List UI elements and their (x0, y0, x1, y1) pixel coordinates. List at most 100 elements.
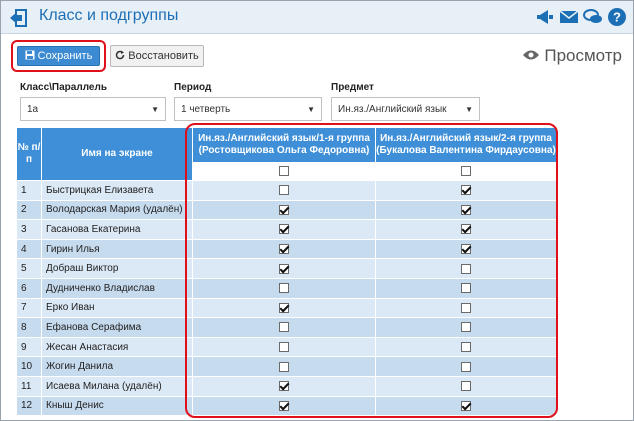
col-header-number: № п/п (16, 127, 42, 181)
group1-cell (192, 336, 376, 358)
row-number: 12 (16, 395, 42, 417)
page-title: Класс и подгруппы (39, 7, 179, 24)
group2-cell (375, 375, 557, 397)
group1-checkbox[interactable] (279, 381, 289, 392)
group1-cell (192, 375, 376, 397)
row-number: 2 (16, 199, 42, 221)
select-all-group2-cell (375, 162, 557, 181)
col-header-name: Имя на экране (41, 127, 193, 181)
group2-cell (375, 219, 557, 240)
col-header-group1: Ин.яз./Английский язык/1-я группа (Росто… (192, 127, 376, 163)
save-icon (25, 50, 35, 63)
student-name: Жогин Данила (41, 356, 193, 377)
group2-cell (375, 180, 557, 201)
table-row: 6 Дудниченко Владислав (16, 277, 557, 299)
back-icon[interactable] (7, 7, 29, 29)
group1-cell (192, 277, 376, 299)
class-select[interactable]: 1а ▼ (20, 97, 166, 121)
group1-cell (192, 199, 376, 221)
table-row: 2 Володарская Мария (удалён) (16, 199, 557, 221)
group1-checkbox[interactable] (279, 243, 289, 254)
period-select-value: 1 четверть (181, 104, 231, 115)
group1-checkbox[interactable] (279, 185, 289, 196)
save-highlight: Сохранить (11, 40, 106, 72)
class-select-value: 1а (27, 104, 39, 115)
student-name: Володарская Мария (удалён) (41, 199, 193, 221)
student-name: Гасанова Екатерина (41, 219, 193, 240)
table-row: 11 Исаева Милана (удалён) (16, 375, 557, 397)
chat-icon[interactable] (583, 7, 603, 27)
period-select[interactable]: 1 четверть ▼ (174, 97, 322, 121)
megaphone-icon[interactable] (535, 7, 555, 27)
subject-select-value: Ин.яз./Английский язык (338, 104, 447, 115)
group1-cell (192, 395, 376, 417)
restore-button-label: Восстановить (128, 50, 199, 62)
group2-cell (375, 356, 557, 377)
group2-checkbox[interactable] (461, 224, 471, 235)
group1-checkbox[interactable] (279, 400, 289, 411)
group1-checkbox[interactable] (279, 361, 289, 372)
subject-select[interactable]: Ин.яз./Английский язык ▼ (331, 97, 480, 121)
group2-checkbox[interactable] (461, 243, 471, 254)
svg-text:?: ? (613, 10, 621, 25)
group1-checkbox[interactable] (279, 224, 289, 235)
mail-icon[interactable] (559, 7, 579, 27)
help-icon[interactable]: ? (607, 7, 627, 27)
save-button[interactable]: Сохранить (17, 46, 100, 66)
row-number: 8 (16, 317, 42, 338)
table-row: 10 Жогин Данила (16, 356, 557, 377)
group1-cell (192, 356, 376, 377)
table-row: 1 Быстрицкая Елизавета (16, 180, 557, 201)
group1-checkbox[interactable] (279, 263, 289, 274)
group1-checkbox[interactable] (279, 302, 289, 313)
group2-cell (375, 277, 557, 299)
select-all-group1-checkbox[interactable] (279, 166, 289, 177)
student-name: Исаева Милана (удалён) (41, 375, 193, 397)
group2-checkbox[interactable] (461, 361, 471, 372)
restore-button[interactable]: Восстановить (110, 45, 204, 67)
student-name: Ерко Иван (41, 297, 193, 319)
select-all-group2-checkbox[interactable] (461, 166, 471, 177)
group1-checkbox[interactable] (279, 283, 289, 294)
row-number: 3 (16, 219, 42, 240)
table-row: 9 Жесан Анастасия (16, 336, 557, 358)
group2-cell (375, 199, 557, 221)
table-row: 12 Кныш Денис (16, 395, 557, 417)
period-filter-label: Период (174, 82, 212, 93)
row-number: 5 (16, 258, 42, 279)
row-number: 11 (16, 375, 42, 397)
group1-checkbox[interactable] (279, 204, 289, 215)
group2-checkbox[interactable] (461, 400, 471, 411)
dropdown-arrow-icon: ▼ (151, 105, 159, 114)
row-number: 7 (16, 297, 42, 319)
group2-checkbox[interactable] (461, 302, 471, 313)
row-number: 6 (16, 277, 42, 299)
group2-cell (375, 317, 557, 338)
save-button-label: Сохранить (37, 50, 93, 62)
student-name: Кныш Денис (41, 395, 193, 417)
group2-checkbox[interactable] (461, 263, 471, 274)
student-name: Добраш Виктор (41, 258, 193, 279)
group2-checkbox[interactable] (461, 204, 471, 215)
group2-checkbox[interactable] (461, 322, 471, 333)
group1-checkbox[interactable] (279, 341, 289, 352)
select-all-group1-cell (192, 162, 376, 181)
preview-link[interactable]: Просмотр (522, 46, 622, 66)
top-icons: ? (535, 7, 627, 27)
students-table: № п/п Имя на экране Ин.яз./Английский яз… (16, 127, 557, 417)
group2-cell (375, 238, 557, 260)
group1-cell (192, 238, 376, 260)
class-filter-label: Класс\Параллель (20, 82, 107, 93)
group2-cell (375, 297, 557, 319)
group1-checkbox[interactable] (279, 322, 289, 333)
table-row: 5 Добраш Виктор (16, 258, 557, 279)
group1-cell (192, 180, 376, 201)
group1-cell (192, 317, 376, 338)
group2-checkbox[interactable] (461, 381, 471, 392)
group2-checkbox[interactable] (461, 185, 471, 196)
table-body: 1 Быстрицкая Елизавета 2 Володарская Мария … (16, 180, 557, 417)
top-bar: Класс и подгруппы ? (1, 1, 633, 34)
group1-cell (192, 219, 376, 240)
group2-checkbox[interactable] (461, 341, 471, 352)
group2-checkbox[interactable] (461, 283, 471, 294)
